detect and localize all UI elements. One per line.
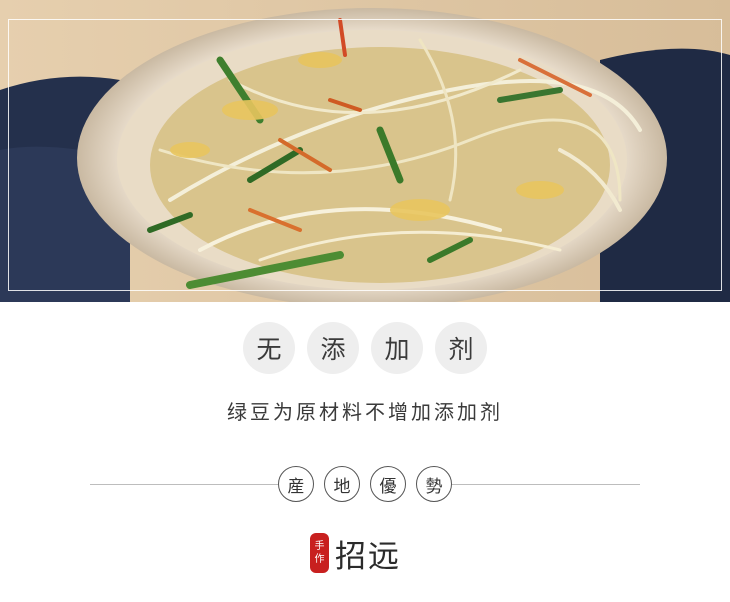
origin-char: 地 — [324, 466, 360, 502]
subtitle: 绿豆为原材料不增加添加剂 — [227, 400, 503, 424]
badge-char: 无 — [243, 322, 295, 374]
divider-right — [452, 484, 640, 485]
origin-circles: 産 地 優 勢 — [278, 466, 452, 502]
origin-char: 勢 — [416, 466, 452, 502]
badge-char: 添 — [307, 322, 359, 374]
brand-name: 招远 — [335, 538, 401, 575]
origin-char: 産 — [278, 466, 314, 502]
origin-char: 優 — [370, 466, 406, 502]
hero-photo — [0, 0, 730, 302]
seal-stamp: 手 作 — [310, 533, 329, 573]
divider-left — [90, 484, 278, 485]
origin-advantage-row: 産 地 優 勢 — [90, 466, 640, 502]
seal-text-2: 作 — [314, 554, 325, 565]
seal-text-1: 手 — [314, 541, 325, 552]
badge-char: 剂 — [435, 322, 487, 374]
noodle-dish-photo — [0, 0, 730, 302]
badge-char: 加 — [371, 322, 423, 374]
no-additives-badges: 无 添 加 剂 — [0, 322, 730, 374]
brand: 手 作 招远 — [310, 530, 401, 576]
